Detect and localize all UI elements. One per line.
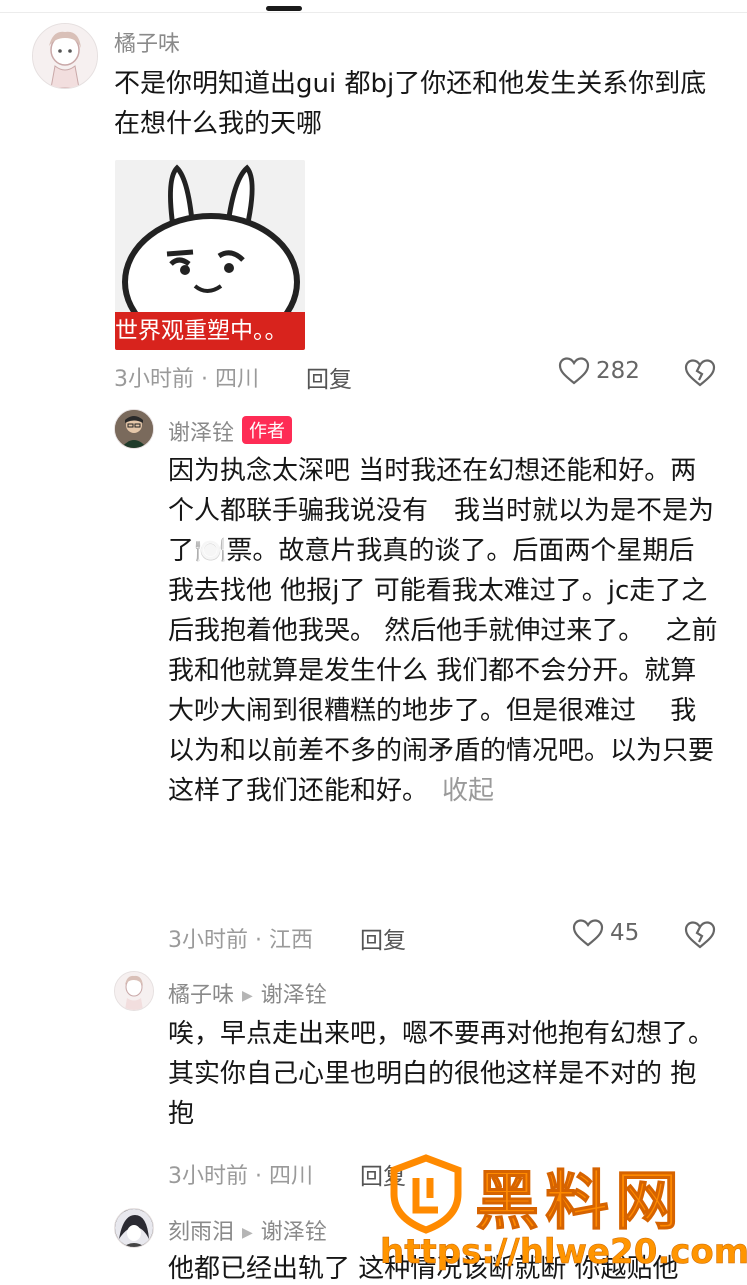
comment-text: 唉，早点走出来吧，嗯不要再对他抱有幻想了。其实你自己心里也明白的很他这样是不对的… — [168, 1019, 715, 1129]
watermark-title: 黑料网 — [475, 1165, 685, 1240]
reply-to-username[interactable]: 谢泽铨 — [261, 983, 327, 1008]
divider — [0, 12, 747, 13]
heart-icon — [558, 357, 590, 385]
anime-avatar-icon — [115, 1209, 153, 1247]
sticker-caption: 世界观重塑中。。 — [115, 312, 305, 350]
watermark-url: https://hlwe20.com — [380, 1232, 747, 1273]
comment-username: 谢泽铨 作者 — [168, 415, 293, 447]
reply-button[interactable]: 回复 — [360, 921, 406, 955]
anime-avatar-icon — [115, 972, 153, 1010]
username-label[interactable]: 刻雨泪 — [168, 1220, 234, 1245]
reply-button[interactable]: 回复 — [306, 360, 352, 394]
author-badge: 作者 — [242, 416, 293, 444]
broken-heart-icon — [684, 359, 716, 387]
anime-avatar-icon — [33, 24, 97, 88]
like-button[interactable]: 45 — [572, 918, 639, 948]
person-avatar-icon — [115, 410, 153, 448]
avatar[interactable] — [114, 409, 154, 449]
avatar[interactable] — [114, 971, 154, 1011]
drag-handle[interactable] — [266, 6, 302, 11]
avatar[interactable] — [114, 1208, 154, 1248]
comment-username[interactable]: 橘子味 — [114, 26, 180, 58]
comment-meta: 3小时前 · 四川 — [114, 367, 259, 392]
reply-to-username[interactable]: 谢泽铨 — [261, 1220, 327, 1245]
comment-text: 不是你明知道出gui 都bj了你还和他发生关系你到底在想什么我的天哪 — [114, 69, 707, 139]
reply-arrow-icon: ▶ — [242, 1225, 253, 1241]
dislike-button[interactable] — [684, 920, 716, 954]
comment-text: 因为执念太深吧 当时我还在幻想还能和好。两个人都联手骗我说没有 我当时就以为是不… — [168, 451, 718, 811]
like-button[interactable]: 282 — [558, 356, 640, 386]
like-count: 45 — [610, 920, 640, 946]
watermark: 黑料网 https://hlwe20.com — [380, 1150, 747, 1280]
comment-text-content: 因为执念太深吧 当时我还在幻想还能和好。两个人都联手骗我说没有 我当时就以为是不… — [168, 456, 718, 806]
avatar[interactable] — [32, 23, 98, 89]
comment-meta: 3小时前 · 四川 — [168, 1164, 313, 1189]
collapse-link[interactable]: 收起 — [442, 776, 494, 806]
username-label[interactable]: 谢泽铨 — [168, 421, 234, 446]
heart-icon — [572, 919, 604, 947]
reply-arrow-icon: ▶ — [242, 988, 253, 1004]
shield-logo-icon — [390, 1154, 462, 1234]
comment-meta: 3小时前 · 江西 — [168, 928, 313, 953]
broken-heart-icon — [684, 921, 716, 949]
sticker-image[interactable]: 世界观重塑中。。 — [115, 160, 305, 350]
username-label[interactable]: 橘子味 — [168, 983, 234, 1008]
comment-username: 刻雨泪 ▶ 谢泽铨 — [168, 1214, 327, 1246]
like-count: 282 — [596, 358, 640, 384]
comment-username: 橘子味 ▶ 谢泽铨 — [168, 977, 327, 1009]
dislike-button[interactable] — [684, 358, 716, 392]
